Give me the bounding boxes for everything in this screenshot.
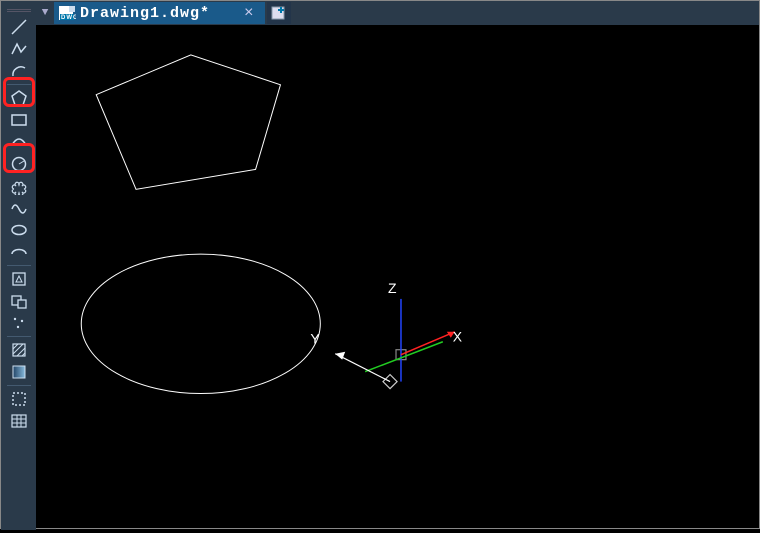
revision-cloud-tool[interactable]	[7, 175, 31, 197]
file-tab[interactable]: DWG Drawing1.dwg* ×	[54, 2, 265, 24]
axis-label-y: Y	[310, 331, 319, 347]
file-tab-label: Drawing1.dwg*	[80, 5, 210, 22]
drawn-pentagon[interactable]	[96, 55, 280, 189]
insert-block-tool[interactable]	[7, 268, 31, 290]
toolbar-separator	[7, 265, 31, 266]
toolbar-separator	[7, 84, 31, 85]
tab-close-button[interactable]: ×	[214, 4, 261, 22]
new-tab-button[interactable]	[267, 2, 291, 24]
toolbar-grip[interactable]	[7, 9, 31, 12]
hatch-tool[interactable]	[7, 339, 31, 361]
dwg-file-icon: DWG	[58, 5, 76, 21]
polyline-tool[interactable]	[7, 38, 31, 60]
table-tool[interactable]	[7, 410, 31, 432]
region-tool[interactable]	[7, 388, 31, 410]
gradient-tool[interactable]	[7, 361, 31, 383]
line-tool[interactable]	[7, 16, 31, 38]
axis-label-z: Z	[388, 280, 397, 296]
tab-menu-button[interactable]: ▼	[36, 1, 54, 25]
draw-toolbar	[1, 1, 36, 530]
toolbar-separator	[7, 385, 31, 386]
ellipse-arc-tool[interactable]	[7, 241, 31, 263]
ellipse-tool[interactable]	[7, 219, 31, 241]
svg-text:DWG: DWG	[61, 15, 76, 21]
tab-bar: ▼ DWG Drawing1.dwg* ×	[36, 1, 759, 25]
axis-label-x: X	[453, 329, 462, 345]
model-space[interactable]: Z X Y	[36, 25, 759, 528]
circle-tool[interactable]	[7, 153, 31, 175]
polygon-tool[interactable]	[7, 87, 31, 109]
make-block-tool[interactable]	[7, 290, 31, 312]
rectangle-tool[interactable]	[7, 109, 31, 131]
ucs-gizmo[interactable]: Z X Y	[310, 280, 462, 389]
spline-tool[interactable]	[7, 197, 31, 219]
drawn-ellipse[interactable]	[81, 254, 320, 393]
point-tool[interactable]	[7, 312, 31, 334]
arc-tool[interactable]	[7, 60, 31, 82]
toolbar-separator	[7, 336, 31, 337]
arc-3pt-tool[interactable]	[7, 131, 31, 153]
